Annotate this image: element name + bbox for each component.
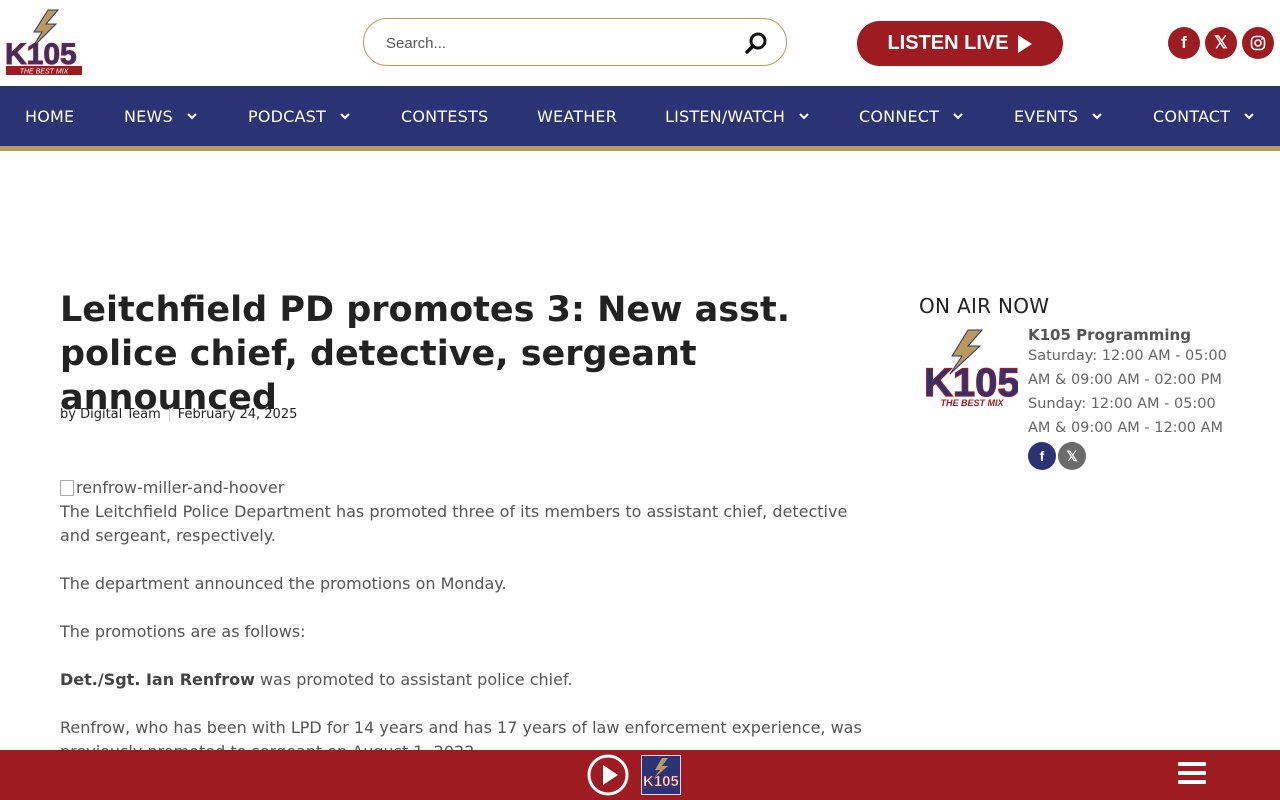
article-title: Leitchfield PD promotes 3: New asst. pol…	[60, 290, 790, 418]
x-icon[interactable]: 𝕏	[1205, 27, 1237, 59]
instagram-icon[interactable]	[1242, 27, 1274, 59]
show-logo-tagline: THE BEST MIX	[940, 398, 1004, 408]
facebook-icon[interactable]: f	[1028, 442, 1056, 470]
paragraph: The Leitchfield Police Department has pr…	[60, 502, 848, 545]
listen-live-button[interactable]: LISTEN LIVE	[857, 21, 1063, 66]
chevron-down-icon	[340, 113, 350, 120]
paragraph: The promotions are as follows:	[60, 622, 306, 641]
article-meta: by Digital Team February 24, 2025	[60, 407, 297, 422]
paragraph: Det./Sgt. Ian Renfrow was promoted to as…	[60, 670, 573, 689]
chevron-down-icon	[187, 113, 197, 120]
site-logo[interactable]: K105 THE BEST MIX	[4, 8, 84, 78]
chevron-down-icon	[1092, 113, 1102, 120]
on-air-heading: ON AIR NOW	[919, 294, 1050, 318]
play-button[interactable]	[587, 754, 629, 796]
paragraph: The department announced the promotions …	[60, 574, 507, 593]
menu-icon[interactable]	[1178, 762, 1206, 788]
player-bar: K105	[0, 750, 1280, 800]
nav-item-news[interactable]: NEWS	[124, 86, 197, 146]
nav-item-podcast[interactable]: PODCAST	[248, 86, 350, 146]
x-icon[interactable]: 𝕏	[1058, 442, 1086, 470]
search-input[interactable]	[384, 29, 728, 57]
article-body: The Leitchfield Police Department has pr…	[60, 500, 875, 788]
main-nav: HOME NEWS PODCAST CONTESTS WEATHER LISTE…	[0, 86, 1280, 146]
meta-divider	[168, 407, 170, 422]
article-author[interactable]: by Digital Team	[60, 407, 161, 422]
logo-tagline: THE BEST MIX	[20, 69, 69, 76]
nav-item-events[interactable]: EVENTS	[1014, 86, 1102, 146]
play-icon	[1017, 34, 1032, 53]
listen-live-label: LISTEN LIVE	[887, 32, 1009, 54]
show-name[interactable]: K105 Programming	[1028, 326, 1191, 344]
chevron-down-icon	[953, 113, 963, 120]
chevron-down-icon	[1244, 113, 1254, 120]
search-box	[363, 18, 787, 66]
play-icon	[587, 754, 629, 796]
mini-logo-text: K105	[643, 773, 679, 790]
nav-item-listen-watch[interactable]: LISTEN/WATCH	[665, 86, 809, 146]
nav-item-connect[interactable]: CONNECT	[859, 86, 963, 146]
article-date: February 24, 2025	[177, 407, 298, 422]
article-image: renfrow-miller-and-hoover	[60, 478, 284, 497]
nav-item-contests[interactable]: CONTESTS	[401, 86, 488, 146]
show-logo[interactable]: K105 THE BEST MIX	[922, 326, 1020, 412]
facebook-icon[interactable]: f	[1168, 27, 1200, 59]
nav-divider	[0, 146, 1280, 151]
article-image-alt: renfrow-miller-and-hoover	[76, 478, 285, 497]
search-icon[interactable]	[744, 30, 770, 56]
station-thumbnail: K105	[641, 755, 681, 795]
nav-item-home[interactable]: HOME	[25, 86, 74, 146]
nav-item-weather[interactable]: WEATHER	[537, 86, 617, 146]
broken-image-icon	[60, 479, 74, 496]
promotion-name: Det./Sgt. Ian Renfrow	[60, 670, 255, 689]
show-schedule: Saturday: 12:00 AM - 05:00 AM & 09:00 AM…	[1028, 348, 1227, 436]
nav-item-contact[interactable]: CONTACT	[1153, 86, 1254, 146]
site-header: K105 THE BEST MIX LISTEN LIVE f 𝕏	[0, 0, 1280, 86]
chevron-down-icon	[799, 113, 809, 120]
